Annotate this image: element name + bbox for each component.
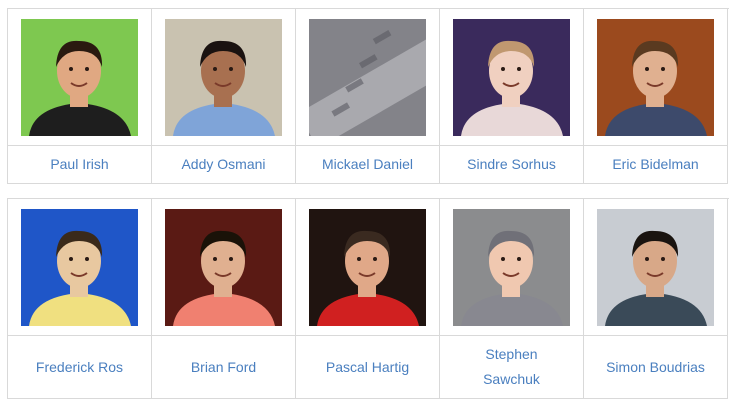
photo-cell: [440, 9, 584, 146]
name-link-addy-osmani[interactable]: Addy Osmani: [175, 152, 271, 177]
person-photo-icon: [165, 208, 282, 326]
photo-cell: [584, 9, 728, 146]
photo-cell: [8, 9, 152, 146]
name-link-frederick-ros[interactable]: Frederick Ros: [30, 355, 129, 380]
name-link-pascal-hartig[interactable]: Pascal Hartig: [320, 355, 415, 380]
avatar-mickael-daniel[interactable]: [309, 18, 426, 136]
person-photo-icon: [21, 208, 138, 326]
photo-cell: [8, 199, 152, 336]
avatar-brian-ford[interactable]: [165, 208, 282, 326]
photo-cell: [152, 199, 296, 336]
name-link-simon-boudrias[interactable]: Simon Boudrias: [600, 355, 711, 380]
photo-cell: [440, 199, 584, 336]
avatar-eric-bidelman[interactable]: [597, 18, 714, 136]
name-cell: Sindre Sorhus: [440, 146, 584, 184]
person-photo-icon: [597, 18, 714, 136]
name-cell: Addy Osmani: [152, 146, 296, 184]
avatar-sindre-sorhus[interactable]: [453, 18, 570, 136]
name-link-mickael-daniel[interactable]: Mickael Daniel: [316, 152, 419, 177]
name-link-brian-ford[interactable]: Brian Ford: [185, 355, 262, 380]
contributors-grid-row-2: Frederick Ros Brian Ford Pascal Hartig S…: [7, 198, 729, 399]
name-link-sindre-sorhus[interactable]: Sindre Sorhus: [461, 152, 562, 177]
photo-cell: [296, 199, 440, 336]
person-photo-icon: [165, 18, 282, 136]
photo-cell: [584, 199, 728, 336]
photo-row: [8, 9, 729, 146]
name-cell: Brian Ford: [152, 336, 296, 399]
avatar-frederick-ros[interactable]: [21, 208, 138, 326]
name-row: Paul Irish Addy Osmani Mickael Daniel Si…: [8, 146, 729, 184]
person-photo-icon: [309, 208, 426, 326]
person-photo-icon: [21, 18, 138, 136]
avatar-paul-irish[interactable]: [21, 18, 138, 136]
name-link-stephen-sawchuk[interactable]: Stephen Sawchuk: [471, 342, 553, 392]
name-cell: Frederick Ros: [8, 336, 152, 399]
avatar-pascal-hartig[interactable]: [309, 208, 426, 326]
photo-row: [8, 199, 729, 336]
name-cell: Paul Irish: [8, 146, 152, 184]
name-link-eric-bidelman[interactable]: Eric Bidelman: [606, 152, 704, 177]
name-cell: Simon Boudrias: [584, 336, 728, 399]
name-row: Frederick Ros Brian Ford Pascal Hartig S…: [8, 336, 729, 399]
name-cell: Mickael Daniel: [296, 146, 440, 184]
name-link-paul-irish[interactable]: Paul Irish: [44, 152, 114, 177]
contributors-grid-row-1: Paul Irish Addy Osmani Mickael Daniel Si…: [7, 8, 729, 184]
person-photo-icon: [597, 208, 714, 326]
name-cell: Eric Bidelman: [584, 146, 728, 184]
avatar-stephen-sawchuk[interactable]: [453, 208, 570, 326]
text-photo-icon: [309, 18, 426, 136]
person-photo-icon: [453, 208, 570, 326]
photo-cell: [152, 9, 296, 146]
photo-cell: [296, 9, 440, 146]
person-photo-icon: [453, 18, 570, 136]
name-cell: Stephen Sawchuk: [440, 336, 584, 399]
avatar-simon-boudrias[interactable]: [597, 208, 714, 326]
name-cell: Pascal Hartig: [296, 336, 440, 399]
avatar-addy-osmani[interactable]: [165, 18, 282, 136]
